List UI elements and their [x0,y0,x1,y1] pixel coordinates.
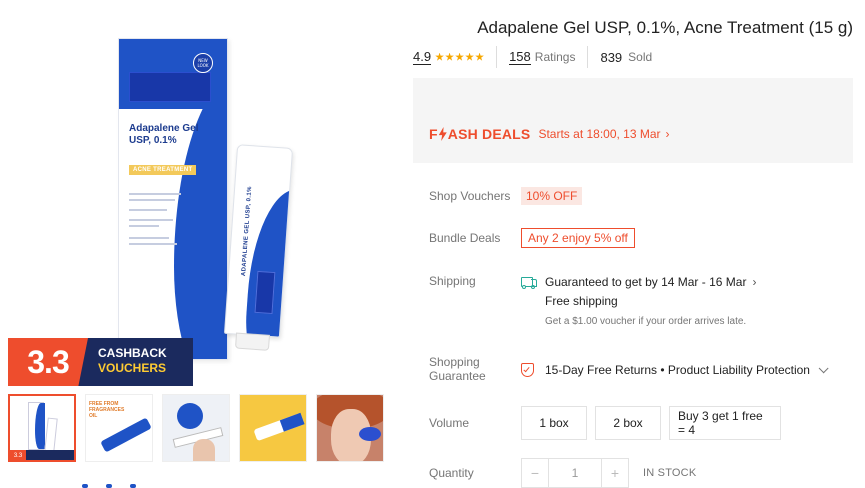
ratings-count[interactable]: 158 [509,49,531,65]
volume-label: Volume [429,416,470,430]
volume-row: Volume 1 box 2 box Buy 3 get 1 free = 4 [429,406,781,440]
truck-icon [521,276,537,289]
flash-deals-logo: F ASH DEALS [429,126,531,142]
shop-vouchers-label: Shop Vouchers [429,189,511,203]
sold-label: Sold [628,50,653,64]
star-icon [445,52,454,61]
voucher-tag[interactable]: 10% OFF [521,187,583,205]
stock-status: IN STOCK [643,467,697,479]
quantity-row: Quantity − 1 + IN STOCK [429,458,696,488]
box-acne-tag: ACNE TREATMENT [129,165,197,175]
cashback-vouchers-banner: 3.3 CASHBACK VOUCHERS [8,338,193,386]
shopping-guarantee-row: Shopping Guarantee 15-Day Free Returns •… [429,355,829,383]
quantity-input[interactable]: 1 [548,459,602,487]
shipping-label: Shipping [429,274,476,288]
cashback-line1: CASHBACK [98,346,167,360]
lightning-icon [438,127,447,141]
more-thumbnails-indicator [82,484,136,488]
product-info: Adapalene Gel USP, 0.1%, Acne Treatment … [413,0,853,488]
chevron-down-icon [818,362,829,373]
star-icon [435,52,444,61]
cashback-line2: VOUCHERS [98,361,167,375]
thumbnail-1[interactable] [8,394,76,462]
thumbnail-3[interactable] [162,394,230,462]
flash-deals-panel: F ASH DEALS Starts at 18:00, 13 Mar › [413,78,853,163]
quantity-decrease-button[interactable]: − [522,459,548,487]
shipping-note: Get a $1.00 voucher if your order arrive… [545,316,747,327]
shopping-guarantee-label: Shopping Guarantee [429,355,486,383]
divider [587,46,589,68]
guarantee-dropdown[interactable]: 15-Day Free Returns • Product Liability … [521,362,829,378]
quantity-stepper: − 1 + [521,458,629,488]
guarantee-text: 15-Day Free Returns • Product Liability … [545,363,810,377]
flash-deals-bar[interactable]: F ASH DEALS Starts at 18:00, 13 Mar › [429,126,670,142]
shipping-guarantee: Guaranteed to get by 14 Mar - 16 Mar [545,275,747,289]
chevron-right-icon: › [752,275,757,289]
rating-stars [435,52,484,62]
quantity-label: Quantity [429,466,474,480]
product-box-image: NEW LOOK Adapalene Gel USP, 0.1% ACNE TR… [118,38,228,360]
star-icon [465,52,474,61]
sold-count: 839 [600,49,623,65]
bundle-deals-row: Bundle Deals Any 2 enjoy 5% off [429,228,635,248]
product-title: Adapalene Gel USP, 0.1%, Acne Treatment … [477,18,853,37]
flash-deals-start-time: Starts at 18:00, 13 Mar [538,127,661,141]
box-title: Adapalene Gel USP, 0.1% [129,123,199,146]
thumbnail-4[interactable] [239,394,307,462]
thumbnail-2[interactable]: FREE FROM FRAGRANCES OIL [85,394,153,462]
shipping-guarantee-line[interactable]: Guaranteed to get by 14 Mar - 16 Mar › [521,274,756,290]
volume-option-2-box[interactable]: 2 box [595,406,661,440]
chevron-right-icon: › [665,127,670,141]
cashback-number: 3.3 [8,338,88,386]
bundle-deal-tag[interactable]: Any 2 enjoy 5% off [521,228,635,248]
thumbnail-strip: FREE FROM FRAGRANCES OIL [8,394,384,462]
quantity-increase-button[interactable]: + [602,459,628,487]
rating-value[interactable]: 4.9 [413,49,432,65]
star-icon [455,52,464,61]
star-icon [475,52,484,61]
free-shipping: Free shipping [545,294,618,308]
product-tube-image: ADAPALENE GEL USP, 0.1% [223,144,297,353]
thumbnail-5[interactable] [316,394,384,462]
product-meta: 4.9 158 Ratings 839 Sold [413,46,652,68]
product-media: NEW LOOK Adapalene Gel USP, 0.1% ACNE TR… [0,0,400,488]
volume-option-1-box[interactable]: 1 box [521,406,587,440]
shop-vouchers-row: Shop Vouchers 10% OFF [429,187,583,205]
bundle-deals-label: Bundle Deals [429,231,501,245]
ratings-label: Ratings [534,50,576,64]
divider [496,46,498,68]
shipping-row: Shipping Guaranteed to get by 14 Mar - 1… [429,274,756,327]
main-product-image[interactable]: NEW LOOK Adapalene Gel USP, 0.1% ACNE TR… [8,8,386,388]
shield-check-icon [521,362,535,378]
new-look-badge: NEW LOOK [193,53,213,73]
volume-option-buy3get1[interactable]: Buy 3 get 1 free = 4 [669,406,781,440]
